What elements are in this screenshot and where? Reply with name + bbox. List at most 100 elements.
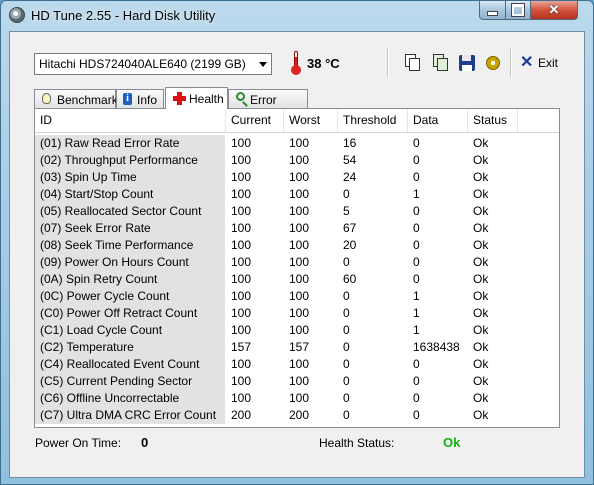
smart-attribute-id: (C4) Reallocated Event Count bbox=[35, 356, 225, 373]
column-header-data[interactable]: Data bbox=[408, 109, 468, 132]
raw-data-value: 1 bbox=[413, 306, 420, 320]
threshold-value: 0 bbox=[343, 187, 350, 201]
table-row[interactable]: (03) Spin Up Time 100 100 24 0 Ok bbox=[35, 169, 559, 186]
column-header-status[interactable]: Status bbox=[468, 109, 518, 132]
magnifier-icon bbox=[236, 92, 245, 101]
table-row[interactable]: (02) Throughput Performance 100 100 54 0 Ok bbox=[35, 152, 559, 169]
worst-value: 100 bbox=[289, 136, 310, 150]
threshold-value: 16 bbox=[343, 136, 357, 150]
table-row[interactable]: (01) Raw Read Error Rate 100 100 16 0 Ok bbox=[35, 135, 559, 152]
current-value: 100 bbox=[231, 391, 252, 405]
status-value: Ok bbox=[473, 408, 489, 422]
tab-error-scan[interactable]: Error Scan bbox=[228, 89, 308, 121]
current-value: 100 bbox=[231, 238, 252, 252]
table-row[interactable]: (04) Start/Stop Count 100 100 0 1 Ok bbox=[35, 186, 559, 203]
maximize-button[interactable] bbox=[505, 1, 531, 20]
current-value: 100 bbox=[231, 153, 252, 167]
copy-screenshot-icon[interactable] bbox=[431, 53, 449, 73]
current-value: 100 bbox=[231, 170, 252, 184]
toolbar-separator bbox=[387, 48, 389, 78]
tab-info[interactable]: i Info bbox=[116, 89, 164, 108]
tab-label: Health bbox=[189, 92, 224, 106]
current-value: 100 bbox=[231, 357, 252, 371]
drive-select[interactable]: Hitachi HDS724040ALE640 (2199 GB) bbox=[34, 53, 272, 75]
worst-value: 100 bbox=[289, 391, 310, 405]
smart-attribute-id: (0A) Spin Retry Count bbox=[35, 271, 225, 288]
threshold-value: 0 bbox=[343, 340, 350, 354]
column-header-id[interactable]: ID bbox=[35, 109, 226, 132]
worst-value: 100 bbox=[289, 272, 310, 286]
raw-data-value: 0 bbox=[413, 391, 420, 405]
hdtune-app-icon[interactable] bbox=[9, 7, 25, 23]
temperature-readout: 38 °C bbox=[307, 56, 340, 71]
exit-label: Exit bbox=[538, 56, 559, 70]
table-row[interactable]: (C1) Load Cycle Count 100 100 0 1 Ok bbox=[35, 322, 559, 339]
table-row[interactable]: (0C) Power Cycle Count 100 100 0 1 Ok bbox=[35, 288, 559, 305]
threshold-value: 20 bbox=[343, 238, 357, 252]
tab-benchmark[interactable]: Benchmark bbox=[34, 89, 118, 108]
threshold-value: 0 bbox=[343, 323, 350, 337]
table-row[interactable]: (C0) Power Off Retract Count 100 100 0 1 Ok bbox=[35, 305, 559, 322]
current-value: 200 bbox=[231, 408, 252, 422]
table-row[interactable]: (07) Seek Error Rate 100 100 67 0 Ok bbox=[35, 220, 559, 237]
table-row[interactable]: (C6) Offline Uncorrectable 100 100 0 0 Ok bbox=[35, 390, 559, 407]
minimize-button[interactable] bbox=[479, 1, 506, 20]
exit-button[interactable]: ✕ Exit bbox=[520, 54, 560, 72]
smart-attribute-id: (03) Spin Up Time bbox=[35, 169, 225, 186]
threshold-value: 0 bbox=[343, 374, 350, 388]
copy-text-icon[interactable] bbox=[403, 53, 421, 73]
table-row[interactable]: (C2) Temperature 157 157 0 1638438 Ok bbox=[35, 339, 559, 356]
status-value: Ok bbox=[473, 153, 489, 167]
table-row[interactable]: (05) Reallocated Sector Count 100 100 5 0 Ok bbox=[35, 203, 559, 220]
table-row[interactable]: (08) Seek Time Performance 100 100 20 0 Ok bbox=[35, 237, 559, 254]
worst-value: 100 bbox=[289, 374, 310, 388]
column-header-threshold[interactable]: Threshold bbox=[338, 109, 408, 132]
app-window: HD Tune 2.55 - Hard Disk Utility ✕ Hitac… bbox=[0, 0, 594, 485]
worst-value: 100 bbox=[289, 238, 310, 252]
status-value: Ok bbox=[473, 391, 489, 405]
tab-label: Benchmark bbox=[57, 93, 118, 107]
worst-value: 100 bbox=[289, 187, 310, 201]
current-value: 157 bbox=[231, 340, 252, 354]
chevron-down-icon[interactable] bbox=[259, 62, 267, 67]
worst-value: 100 bbox=[289, 289, 310, 303]
thermometer-icon bbox=[291, 51, 301, 75]
worst-value: 100 bbox=[289, 153, 310, 167]
close-button[interactable]: ✕ bbox=[530, 1, 578, 20]
options-icon[interactable] bbox=[484, 53, 502, 73]
table-row[interactable]: (C7) Ultra DMA CRC Error Count 200 200 0 0 Ok bbox=[35, 407, 559, 424]
smart-attribute-id: (02) Throughput Performance bbox=[35, 152, 225, 169]
table-row[interactable]: (09) Power On Hours Count 100 100 0 0 Ok bbox=[35, 254, 559, 271]
raw-data-value: 1 bbox=[413, 289, 420, 303]
worst-value: 157 bbox=[289, 340, 310, 354]
status-value: Ok bbox=[473, 306, 489, 320]
toolbar-separator bbox=[510, 48, 512, 78]
save-icon[interactable] bbox=[458, 53, 476, 73]
threshold-value: 0 bbox=[343, 408, 350, 422]
threshold-value: 24 bbox=[343, 170, 357, 184]
table-row[interactable]: (C5) Current Pending Sector 100 100 0 0 Ok bbox=[35, 373, 559, 390]
current-value: 100 bbox=[231, 255, 252, 269]
threshold-value: 0 bbox=[343, 306, 350, 320]
title-bar[interactable]: HD Tune 2.55 - Hard Disk Utility ✕ bbox=[1, 1, 593, 31]
table-row[interactable]: (C4) Reallocated Event Count 100 100 0 0 Ok bbox=[35, 356, 559, 373]
table-row[interactable]: (0A) Spin Retry Count 100 100 60 0 Ok bbox=[35, 271, 559, 288]
drive-select-value: Hitachi HDS724040ALE640 (2199 GB) bbox=[39, 57, 246, 71]
benchmark-bulb-icon bbox=[42, 93, 51, 104]
status-value: Ok bbox=[473, 255, 489, 269]
status-value: Ok bbox=[473, 357, 489, 371]
window-title: HD Tune 2.55 - Hard Disk Utility bbox=[31, 8, 216, 23]
health-cross-icon bbox=[173, 92, 186, 105]
status-value: Ok bbox=[473, 136, 489, 150]
tab-health[interactable]: Health bbox=[165, 87, 228, 109]
column-header-current[interactable]: Current bbox=[226, 109, 284, 132]
current-value: 100 bbox=[231, 221, 252, 235]
raw-data-value: 0 bbox=[413, 238, 420, 252]
current-value: 100 bbox=[231, 323, 252, 337]
status-value: Ok bbox=[473, 221, 489, 235]
column-header-worst[interactable]: Worst bbox=[284, 109, 338, 132]
smart-attribute-id: (09) Power On Hours Count bbox=[35, 254, 225, 271]
worst-value: 100 bbox=[289, 357, 310, 371]
smart-attribute-id: (C6) Offline Uncorrectable bbox=[35, 390, 225, 407]
threshold-value: 0 bbox=[343, 357, 350, 371]
